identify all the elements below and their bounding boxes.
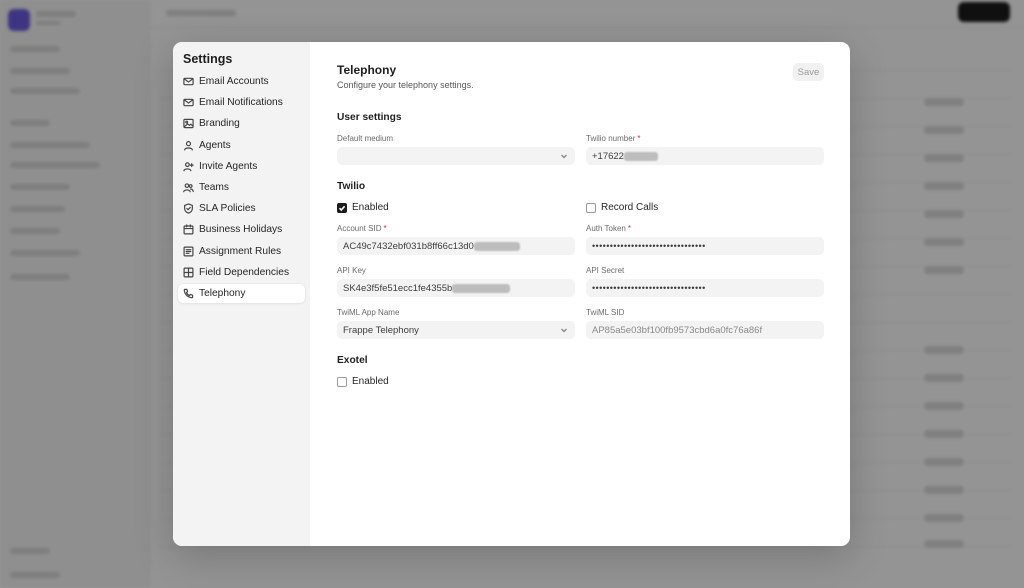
twiml-app-name-label: TwiML App Name: [337, 308, 400, 317]
nav-item-label: SLA Policies: [199, 203, 256, 215]
nav-item-assignment-rules[interactable]: Assignment Rules: [178, 242, 305, 261]
nav-item-field-dependencies[interactable]: Field Dependencies: [178, 263, 305, 282]
nav-item-branding[interactable]: Branding: [178, 114, 305, 133]
save-button[interactable]: Save: [793, 63, 824, 81]
section-heading-exotel: Exotel: [337, 355, 368, 366]
nav-item-sla-policies[interactable]: SLA Policies: [178, 199, 305, 218]
auth-token-field[interactable]: ••••••••••••••••••••••••••••••••: [586, 237, 824, 255]
api-secret-field[interactable]: ••••••••••••••••••••••••••••••••: [586, 279, 824, 297]
chevron-down-icon: [560, 326, 568, 334]
twilio-number-field[interactable]: +17622: [586, 147, 824, 165]
nav-item-label: Branding: [199, 118, 240, 130]
twiml-app-name-value: Frappe Telephony: [343, 324, 419, 336]
user-icon: [183, 140, 194, 151]
calendar-icon: [183, 224, 194, 235]
nav-item-label: Teams: [199, 181, 230, 193]
image-icon: [183, 118, 194, 129]
users-icon: [183, 182, 194, 193]
nav-item-label: Assignment Rules: [199, 245, 282, 257]
checkbox-label: Enabled: [352, 376, 389, 387]
nav-item-label: Business Holidays: [199, 224, 283, 236]
nav-item-label: Field Dependencies: [199, 266, 290, 278]
account-sid-field[interactable]: AC49c7432ebf031b8ff66c13d0: [337, 237, 575, 255]
record-calls-checkbox[interactable]: [586, 202, 596, 213]
redacted-value: [452, 283, 511, 293]
twilio-number-value: +17622: [592, 150, 624, 162]
nav-item-telephony[interactable]: Telephony: [178, 283, 305, 303]
auth-token-label: Auth Token *: [586, 224, 632, 233]
nav-item-label: Email Notifications: [199, 97, 283, 109]
checkmark-icon: [338, 205, 346, 211]
twilio-enabled-checkbox[interactable]: [337, 202, 347, 213]
default-medium-select[interactable]: [337, 147, 575, 165]
twilio-number-label: Twilio number *: [586, 134, 641, 143]
telephony-settings-panel: Telephony Configure your telephony setti…: [310, 42, 850, 546]
nav-item-label: Telephony: [199, 287, 246, 299]
nav-item-agents[interactable]: Agents: [178, 136, 305, 155]
settings-title: Settings: [183, 52, 233, 66]
nav-item-teams[interactable]: Teams: [178, 178, 305, 197]
chevron-down-icon: [560, 152, 568, 160]
settings-sidebar: Settings Email Accounts Email Notificati…: [173, 42, 310, 546]
nav-item-label: Email Accounts: [199, 76, 269, 87]
redacted-value: [623, 151, 658, 161]
nav-item-label: Invite Agents: [199, 160, 258, 172]
phone-icon: [183, 288, 194, 299]
section-heading-user-settings: User settings: [337, 112, 402, 123]
account-sid-label: Account SID *: [337, 224, 387, 233]
api-key-field[interactable]: SK4e3f5fe51ecc1fe4355b: [337, 279, 575, 297]
list-icon: [183, 246, 194, 257]
twiml-app-name-select[interactable]: Frappe Telephony: [337, 321, 575, 339]
shield-icon: [183, 203, 194, 214]
nav-item-email-notifications[interactable]: Email Notifications: [178, 93, 305, 112]
api-key-value: SK4e3f5fe51ecc1fe4355b: [343, 282, 453, 294]
nav-item-email-accounts[interactable]: Email Accounts: [178, 72, 305, 91]
checkbox-label: Record Calls: [601, 202, 659, 213]
section-heading-twilio: Twilio: [337, 181, 366, 192]
api-secret-value: ••••••••••••••••••••••••••••••••: [592, 283, 706, 293]
mail-icon: [183, 97, 194, 108]
auth-token-value: ••••••••••••••••••••••••••••••••: [592, 241, 706, 251]
nav-item-business-holidays[interactable]: Business Holidays: [178, 220, 305, 239]
twiml-sid-value: AP85a5e03bf100fb9573cbd6a0fc76a86f: [592, 324, 763, 336]
default-medium-label: Default medium: [337, 134, 394, 143]
nav-item-label: Agents: [199, 139, 231, 151]
twilio-enabled-checkbox-row[interactable]: Enabled: [337, 202, 389, 213]
page-subtitle: Configure your telephony settings.: [337, 80, 474, 90]
exotel-enabled-checkbox-row[interactable]: Enabled: [337, 376, 389, 387]
api-key-label: API Key: [337, 266, 366, 275]
api-secret-label: API Secret: [586, 266, 625, 275]
nav-item-invite-agents[interactable]: Invite Agents: [178, 157, 305, 176]
grid-icon: [183, 267, 194, 278]
checkbox-label: Enabled: [352, 202, 389, 213]
redacted-value: [473, 241, 520, 251]
mail-icon: [183, 76, 194, 87]
record-calls-checkbox-row[interactable]: Record Calls: [586, 202, 658, 213]
settings-modal: Settings Email Accounts Email Notificati…: [173, 42, 850, 546]
exotel-enabled-checkbox[interactable]: [337, 376, 347, 387]
account-sid-value: AC49c7432ebf031b8ff66c13d0: [343, 240, 474, 252]
twiml-sid-field: AP85a5e03bf100fb9573cbd6a0fc76a86f: [586, 321, 824, 339]
twiml-sid-label: TwiML SID: [586, 308, 625, 317]
user-plus-icon: [183, 161, 194, 172]
page-title: Telephony: [337, 63, 397, 77]
